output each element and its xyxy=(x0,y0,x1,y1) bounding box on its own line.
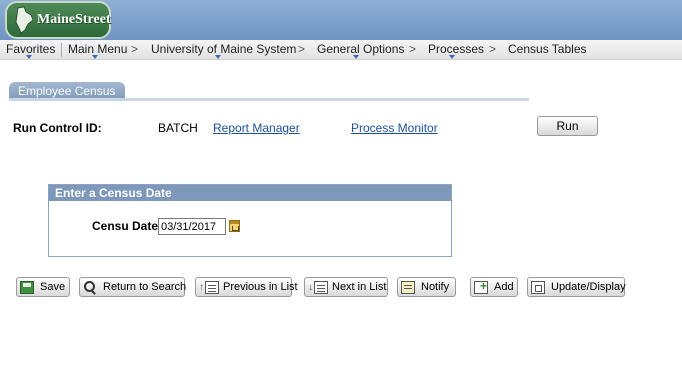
breadcrumb-separator: > xyxy=(489,42,497,56)
tab-underline xyxy=(9,98,529,101)
save-button[interactable]: Save xyxy=(16,277,70,297)
nav-general-options[interactable]: General Options xyxy=(317,42,404,56)
save-label: Save xyxy=(40,281,66,293)
run-button[interactable]: Run xyxy=(537,116,598,136)
nav-university-of-maine-system[interactable]: University of Maine System xyxy=(151,42,296,56)
add-icon xyxy=(474,279,488,294)
add-label: Add xyxy=(494,281,514,293)
favorites-caret-icon xyxy=(26,55,32,59)
notify-icon xyxy=(401,280,415,294)
report-manager-link[interactable]: Report Manager xyxy=(213,121,300,135)
return-to-search-button[interactable]: Return to Search xyxy=(79,277,187,297)
next-in-list-label: Next in List xyxy=(332,281,387,293)
run-control-value: BATCH xyxy=(158,121,198,135)
census-date-group: Enter a Census Date Censu Date xyxy=(48,184,452,257)
nav-main-menu[interactable]: Main Menu xyxy=(68,42,127,56)
header-banner: MaineStreet xyxy=(0,0,682,40)
breadcrumb-separator: > xyxy=(409,42,417,56)
breadcrumb-separator: > xyxy=(131,42,139,56)
update-display-label: Update/Display xyxy=(551,281,626,293)
update-display-button[interactable]: Update/Display xyxy=(527,277,626,297)
nav-divider xyxy=(61,43,62,57)
return-to-search-label: Return to Search xyxy=(103,281,187,293)
add-button[interactable]: Add xyxy=(470,277,518,297)
mainestreet-logo[interactable]: MaineStreet xyxy=(5,1,111,39)
list-doc-icon xyxy=(205,280,219,294)
tab-label: Employee Census xyxy=(18,84,116,98)
notify-button[interactable]: Notify xyxy=(397,277,456,297)
university-caret-icon xyxy=(215,55,221,59)
notify-label: Notify xyxy=(421,281,450,293)
update-icon xyxy=(531,280,545,294)
processes-caret-icon xyxy=(449,55,455,59)
nav-census-tables[interactable]: Census Tables xyxy=(508,42,587,56)
previous-in-list-label: Previous in List xyxy=(223,281,298,293)
group-title: Enter a Census Date xyxy=(49,185,451,201)
census-date-label: Censu Date xyxy=(92,219,159,233)
save-icon xyxy=(20,280,34,294)
next-icon: ↓ xyxy=(308,281,313,293)
maine-state-icon xyxy=(11,6,35,34)
main-menu-caret-icon xyxy=(92,55,98,59)
census-date-input[interactable] xyxy=(158,218,226,235)
run-control-label: Run Control ID: xyxy=(13,121,102,135)
list-doc-icon xyxy=(314,280,328,294)
nav-favorites[interactable]: Favorites xyxy=(6,42,55,56)
calendar-icon[interactable] xyxy=(229,220,240,232)
breadcrumb-separator: > xyxy=(298,42,306,56)
process-monitor-link[interactable]: Process Monitor xyxy=(351,121,438,135)
next-in-list-button[interactable]: ↓ Next in List xyxy=(304,277,388,297)
nav-processes[interactable]: Processes xyxy=(428,42,484,56)
nav-bar: Favorites Main Menu > University of Main… xyxy=(0,40,682,60)
general-options-caret-icon xyxy=(353,55,359,59)
previous-in-list-button[interactable]: ↑ Previous in List xyxy=(195,277,298,297)
previous-icon: ↑ xyxy=(199,281,204,293)
brand-name: MaineStreet xyxy=(37,12,111,27)
search-icon xyxy=(83,280,97,294)
